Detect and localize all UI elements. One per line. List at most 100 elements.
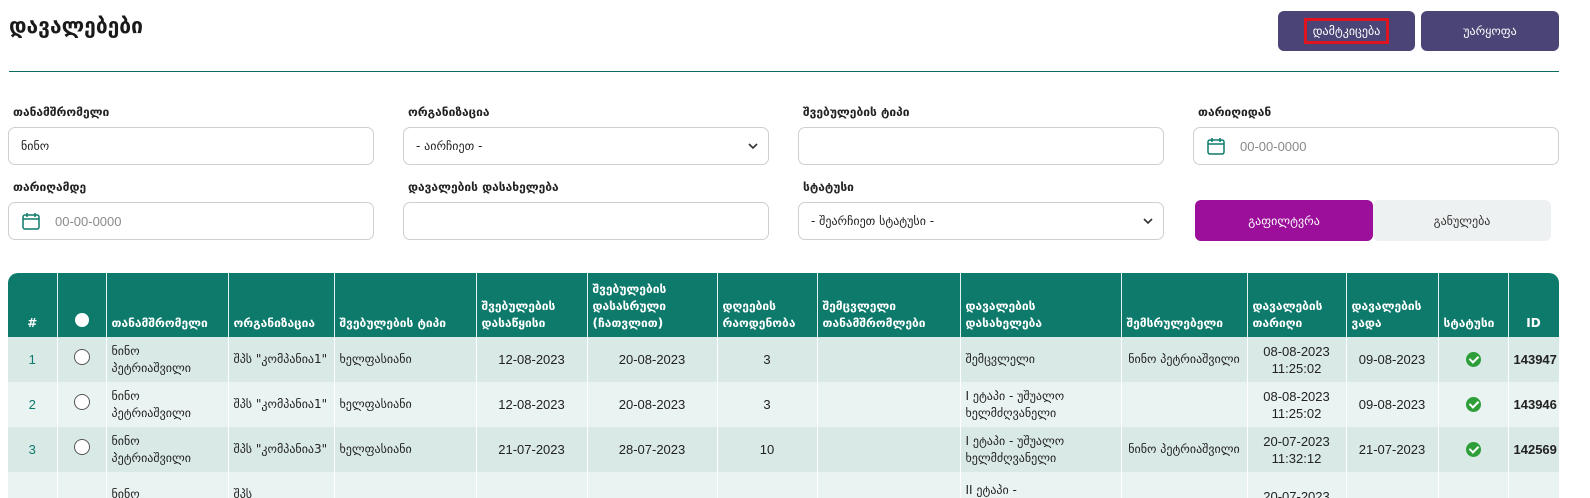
chevron-down-icon (748, 143, 758, 150)
row-select[interactable] (57, 337, 107, 382)
cell-task-name: II ეტაპი - (960, 472, 1122, 498)
cell-employee: ნინო პეტრიაშვილი (106, 427, 229, 472)
col-number: # (8, 273, 58, 337)
row-number: 3 (8, 427, 58, 472)
status-value: - შეარჩიეთ სტატუსი - (811, 214, 935, 228)
col-select-all[interactable] (57, 273, 107, 337)
cell-executor: ნინო პეტრიაშვილი (1121, 337, 1248, 382)
col-executor[interactable]: შემსრულებელი (1121, 273, 1248, 337)
cell-executor (1121, 472, 1248, 498)
date-from-label: თარიღიდან (1198, 105, 1272, 119)
col-deadline[interactable]: დავალების ვადა (1346, 273, 1439, 337)
approve-button[interactable]: დამტკიცება (1278, 11, 1415, 51)
cell-deadline: 21-07-2023 (1346, 427, 1439, 472)
row-select[interactable] (57, 427, 107, 472)
calendar-icon[interactable] (21, 211, 41, 231)
task-name-input[interactable] (403, 202, 769, 240)
task-date: 20-07-2023 (1263, 433, 1330, 449)
cell-deadline (1346, 472, 1439, 498)
check-circle-icon (1465, 442, 1481, 457)
date-from-input[interactable]: 00-00-0000 (1193, 127, 1559, 165)
cell-leave-start: 12-08-2023 (476, 382, 588, 427)
cell-executor: ნინო პეტრიაშვილი (1121, 427, 1248, 472)
table-row[interactable]: 3 ნინო პეტრიაშვილი შპს "კომპანია3" ხელფა… (8, 427, 1559, 472)
cell-leave-type: ხელფასიანი (334, 382, 477, 427)
status-label: სტატუსი (803, 180, 854, 194)
cell-leave-type: ხელფასიანი (334, 337, 477, 382)
row-select[interactable] (57, 382, 107, 427)
header-divider (9, 71, 1559, 72)
tasks-table: # თანამშრომელი ორგანიზაცია შვებულების ტი… (8, 273, 1559, 498)
cell-status (1438, 427, 1509, 472)
cell-deadline: 09-08-2023 (1346, 337, 1439, 382)
col-status[interactable]: სტატუსი (1438, 273, 1509, 337)
cell-leave-type: ხელფასიანი (334, 427, 477, 472)
page-title: დავალებები (9, 14, 143, 38)
task-time: 11:25:02 (1271, 405, 1322, 421)
organization-label: ორგანიზაცია (408, 105, 490, 119)
cell-leave-end: 20-08-2023 (587, 337, 718, 382)
date-to-placeholder: 00-00-0000 (55, 213, 122, 229)
cell-employee: ნინო (106, 472, 229, 498)
cell-substitutes (817, 382, 961, 427)
cell-status (1438, 382, 1509, 427)
cell-leave-start: 21-07-2023 (476, 427, 588, 472)
employee-value: ნინო (21, 139, 50, 153)
col-task-name[interactable]: დავალების დასახელება (960, 273, 1122, 337)
leave-type-label: შვებულების ტიპი (803, 105, 910, 119)
cell-leave-end (587, 472, 718, 498)
approve-button-label: დამტკიცება (1303, 18, 1390, 44)
cell-organization: შპს (228, 472, 335, 498)
leave-type-input[interactable] (798, 127, 1164, 165)
status-select[interactable]: - შეარჩიეთ სტატუსი - (798, 202, 1164, 240)
cell-id: 143946 (1508, 382, 1559, 427)
col-leave-start[interactable]: შვებულების დასაწყისი (476, 273, 588, 337)
cell-days: 3 (717, 382, 818, 427)
row-radio[interactable] (73, 439, 90, 455)
reset-button[interactable]: განულება (1373, 200, 1551, 241)
task-date: 08-08-2023 (1263, 388, 1330, 404)
cell-organization: შპს "კომპანია1" (228, 382, 335, 427)
row-select[interactable] (57, 472, 107, 498)
cell-task-date: 08-08-2023 11:25:02 (1247, 382, 1347, 427)
employee-input[interactable]: ნინო (8, 127, 374, 165)
col-leave-type[interactable]: შვებულების ტიპი (334, 273, 477, 337)
table-row[interactable]: 1 ნინო პეტრიაშვილი შპს "კომპანია1" ხელფა… (8, 337, 1559, 382)
cell-substitutes (817, 337, 961, 382)
cell-task-date: 08-08-2023 11:25:02 (1247, 337, 1347, 382)
col-leave-end[interactable]: შვებულების დასასრული (ჩათვლით) (587, 273, 718, 337)
cell-leave-start: 12-08-2023 (476, 337, 588, 382)
organization-select[interactable]: - აირჩიეთ - (403, 127, 769, 165)
select-all-radio[interactable] (74, 313, 89, 327)
cell-substitutes (817, 427, 961, 472)
cell-days: 10 (717, 427, 818, 472)
cell-organization: შპს "კომპანია3" (228, 427, 335, 472)
cell-task-date: 20-07-2023 11:32:12 (1247, 427, 1347, 472)
col-employee[interactable]: თანამშრომელი (106, 273, 229, 337)
col-id[interactable]: ID (1508, 273, 1559, 337)
col-substitutes[interactable]: შემცვლელი თანამშრომლები (817, 273, 961, 337)
date-to-label: თარიღამდე (13, 180, 87, 194)
reject-button[interactable]: უარყოფა (1421, 11, 1559, 51)
employee-label: თანამშრომელი (13, 105, 110, 119)
row-radio[interactable] (73, 394, 90, 410)
table-row[interactable]: 2 ნინო პეტრიაშვილი შპს "კომპანია1" ხელფა… (8, 382, 1559, 427)
calendar-icon[interactable] (1206, 136, 1226, 156)
filter-button[interactable]: გაფილტვრა (1195, 200, 1373, 241)
cell-leave-start (476, 472, 588, 498)
table-row[interactable]: ნინო შპს II ეტაპი - 20-07-2023 (8, 472, 1559, 498)
check-circle-icon (1465, 397, 1481, 412)
row-number: 2 (8, 382, 58, 427)
cell-substitutes (817, 472, 961, 498)
task-time: 11:25:02 (1271, 360, 1322, 376)
cell-executor (1121, 382, 1248, 427)
date-to-input[interactable]: 00-00-0000 (8, 202, 374, 240)
col-task-date[interactable]: დავალების თარიღი (1247, 273, 1347, 337)
table-header: # თანამშრომელი ორგანიზაცია შვებულების ტი… (8, 273, 1559, 337)
row-radio[interactable] (73, 349, 90, 365)
col-organization[interactable]: ორგანიზაცია (228, 273, 335, 337)
cell-employee: ნინო პეტრიაშვილი (106, 337, 229, 382)
col-days[interactable]: დღეების რაოდენობა (717, 273, 818, 337)
cell-leave-end: 20-08-2023 (587, 382, 718, 427)
check-circle-icon (1465, 352, 1481, 367)
